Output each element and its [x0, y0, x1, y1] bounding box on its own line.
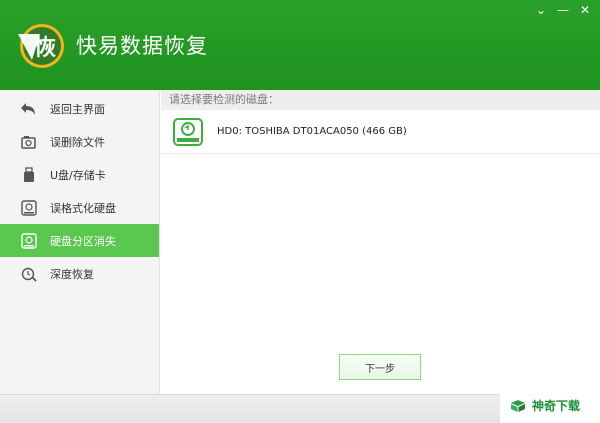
app-logo-icon: 恢 [18, 24, 64, 68]
minimize-button[interactable]: — [554, 2, 572, 18]
sidebar-item-label: 深度恢复 [50, 267, 94, 281]
format-disk-icon [20, 199, 38, 217]
svg-text:恢: 恢 [34, 35, 56, 61]
app-title: 快易数据恢复 [76, 34, 208, 58]
dropdown-icon[interactable]: ⌄ [532, 2, 550, 18]
hard-disk-icon [173, 117, 203, 146]
sidebar-item-label: 返回主界面 [50, 102, 105, 116]
sidebar-item-label: 硬盘分区消失 [50, 234, 116, 248]
watermark: 神奇下载 [500, 388, 600, 423]
sidebar-item-deleted-files[interactable]: 误删除文件 [0, 125, 159, 158]
sidebar-item-deep-recovery[interactable]: 深度恢复 [0, 257, 159, 290]
disk-list-item[interactable]: HD0: TOSHIBA DT01ACA050 (466 GB) [161, 110, 600, 154]
sidebar-item-back-home[interactable]: 返回主界面 [0, 92, 159, 125]
box-icon [511, 399, 525, 412]
sidebar-item-label: 误删除文件 [50, 135, 105, 149]
window-controls: ⌄ — ✕ [532, 2, 594, 18]
deleted-file-icon [20, 133, 38, 151]
title-bar: 恢 快易数据恢复 ⌄ — ✕ [0, 0, 600, 90]
sidebar-item-formatted-disk[interactable]: 误格式化硬盘 [0, 191, 159, 224]
main-panel: 请选择要检测的磁盘： HD0: TOSHIBA DT01ACA050 (466 … [161, 90, 600, 394]
next-button[interactable]: 下一步 [339, 354, 421, 380]
deep-recovery-icon [20, 265, 38, 283]
usb-drive-icon [20, 166, 38, 184]
disk-select-prompt: 请选择要检测的磁盘： [161, 90, 600, 110]
disk-label: HD0: TOSHIBA DT01ACA050 (466 GB) [217, 126, 407, 137]
back-arrow-icon [20, 100, 38, 118]
partition-disk-icon [20, 232, 38, 250]
sidebar-item-usb-card[interactable]: U盘/存储卡 [0, 158, 159, 191]
sidebar-item-partition-lost[interactable]: 硬盘分区消失 [0, 224, 159, 257]
sidebar-item-label: 误格式化硬盘 [50, 201, 116, 215]
sidebar: 返回主界面 误删除文件 U盘/存储卡 误格式化硬盘 硬盘分区消失 深度恢复 [0, 90, 160, 394]
sidebar-item-label: U盘/存储卡 [50, 168, 106, 182]
close-button[interactable]: ✕ [576, 2, 594, 18]
watermark-text: 神奇下载 [532, 398, 581, 413]
